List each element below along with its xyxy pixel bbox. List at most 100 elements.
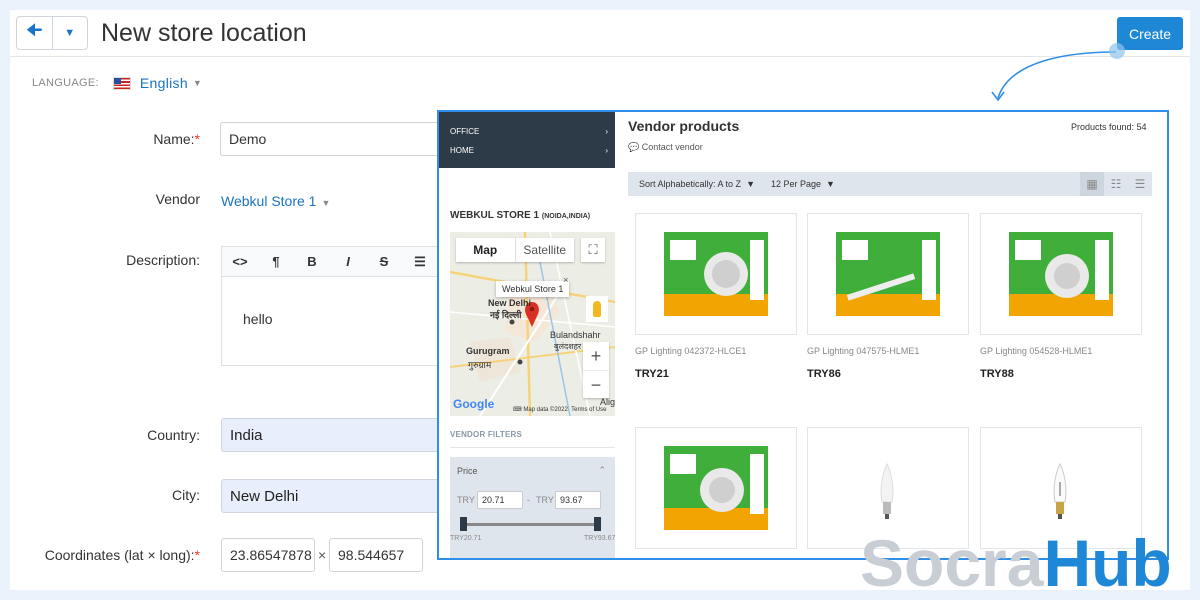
street-view-pegman-icon[interactable] [586,296,608,322]
product-image [836,232,940,316]
product-image [1009,232,1113,316]
map-attribution: ⌨ Map data ©2022 Terms of Use [513,407,607,413]
code-view-button[interactable]: <> [222,254,258,269]
price-slider-min-handle[interactable] [460,517,467,531]
price-slider-track [462,523,598,526]
list-compact-view-icon[interactable]: ☷ [1104,172,1128,196]
map-marker-popup: Webkul Store 1 × [496,275,570,297]
google-logo: Google [453,397,495,411]
store-map[interactable]: Map Satellite ⛶ Webkul Store 1 × New Delh… [450,232,615,416]
language-label: LANGUAGE: [32,77,99,89]
sort-dropdown[interactable]: Sort Alphabetically: A to Z ▼ [639,179,755,189]
storefront-preview: OFFICE › HOME › WEBKUL STORE 1 (NOIDA,INDI… [437,110,1169,560]
nav-dropdown-button[interactable]: ▼ [51,17,88,49]
italic-button[interactable]: I [330,254,366,269]
price-range-min: TRY20.71 [450,535,482,542]
paragraph-button[interactable]: ¶ [258,254,294,269]
product-image [664,446,768,530]
chevron-up-icon[interactable]: ⌃ [598,465,606,476]
map-label: गुरुग्राम [468,360,492,370]
product-card[interactable] [635,427,797,549]
description-label: Description: [126,252,200,268]
vendor-label: Vendor [155,191,200,207]
candle-bulb-image [880,462,894,519]
price-filter-title[interactable]: Price [457,466,478,476]
chat-icon: 💬 [628,142,640,152]
vendor-select[interactable]: Webkul Store 1 ▼ [221,193,330,209]
language-value[interactable]: English [140,75,188,91]
product-image [664,232,768,316]
times-sign: × [318,547,327,563]
strikethrough-button[interactable]: S [366,254,402,269]
vendor-products-title: Vendor products [628,118,740,134]
bold-button[interactable]: B [294,254,330,269]
city-input[interactable]: New Delhi [221,479,451,513]
back-button[interactable]: 🠈 [17,17,52,49]
map-tab-satellite[interactable]: Satellite [516,238,575,262]
latitude-input[interactable]: 23.86547878 [221,538,315,572]
name-label: Name:* [153,131,200,147]
menu-item-office[interactable]: OFFICE › [450,127,608,136]
product-card[interactable] [807,213,969,335]
store-heading: WEBKUL STORE 1 (NOIDA,INDIA) [450,210,591,221]
longitude-input[interactable]: 98.544657 [329,538,423,572]
callout-arrow [991,51,1117,102]
products-found: Products found: 54 [1071,122,1147,132]
map-label: नई दिल्ली [490,310,522,320]
map-label: बुलंदशहर [554,342,582,351]
map-label: Bulandshahr [550,330,601,340]
terms-link[interactable]: Terms of Use [571,407,606,413]
per-page-dropdown[interactable]: 12 Per Page ▼ [771,179,835,189]
map-zoom-control: + − [583,342,609,398]
product-name[interactable]: GP Lighting 042372-HLCE1 [635,346,746,356]
price-slider-max-handle[interactable] [594,517,601,531]
name-input[interactable]: Demo [220,122,450,156]
zoom-out-button[interactable]: − [583,370,609,399]
clear-bulb-image [1053,462,1067,519]
zoom-in-button[interactable]: + [583,342,609,370]
page-frame: 🠈 ▼ New store location Create LANGUAGE: … [10,10,1190,590]
price-filter: Price ⌃ TRY 20.71 - TRY 93.67 TRY20.71 T… [450,457,615,558]
list-view-icon[interactable]: ☰ [1128,172,1152,196]
caret-down-icon[interactable]: ▼ [193,78,202,88]
create-button[interactable]: Create [1117,17,1183,50]
page-title: New store location [101,19,307,47]
sort-toolbar: Sort Alphabetically: A to Z ▼ 12 Per Page… [628,172,1152,196]
price-max-input[interactable]: 93.67 [555,491,601,509]
vendor-filters-title: VENDOR FILTERS [450,430,615,448]
map-type-tabs: Map Satellite [456,238,574,262]
product-price: TRY88 [980,368,1014,380]
keyboard-icon[interactable]: ⌨ [513,407,522,413]
fullscreen-icon[interactable]: ⛶ [581,238,605,262]
product-card[interactable] [980,213,1142,335]
caret-down-icon: ▼ [64,27,76,39]
caret-down-icon: ▼ [321,198,331,208]
range-dash: - [527,495,530,505]
city-label: City: [172,487,200,503]
chevron-right-icon: › [605,146,608,155]
product-price: TRY21 [635,368,669,380]
description-editor[interactable]: hello [221,276,451,366]
contact-vendor-link[interactable]: 💬 Contact vendor [628,142,703,153]
country-select[interactable]: India [221,418,451,452]
product-name[interactable]: GP Lighting 047575-HLME1 [807,346,919,356]
currency-label: TRY [457,495,475,505]
view-switcher: ▦ ☷ ☰ [1080,172,1152,196]
close-icon[interactable]: × [563,275,568,285]
list-icon[interactable]: ☰ [402,254,438,270]
product-card[interactable] [635,213,797,335]
map-tab-map[interactable]: Map [456,238,516,262]
grid-view-icon[interactable]: ▦ [1080,172,1104,196]
product-price: TRY86 [807,368,841,380]
map-label: New Delhi [488,298,532,308]
arrow-left-icon: 🠈 [25,20,43,40]
price-min-input[interactable]: 20.71 [477,491,523,509]
vendor-menu: OFFICE › HOME › [439,112,615,168]
price-range-max: TRY93.67 [584,535,616,542]
language-selector: LANGUAGE: English ▼ [32,75,202,91]
us-flag-icon [112,76,131,90]
menu-item-home[interactable]: HOME › [450,146,608,155]
product-name[interactable]: GP Lighting 054528-HLME1 [980,346,1092,356]
nav-button-group: 🠈 ▼ [16,16,88,50]
currency-label: TRY [536,495,554,505]
